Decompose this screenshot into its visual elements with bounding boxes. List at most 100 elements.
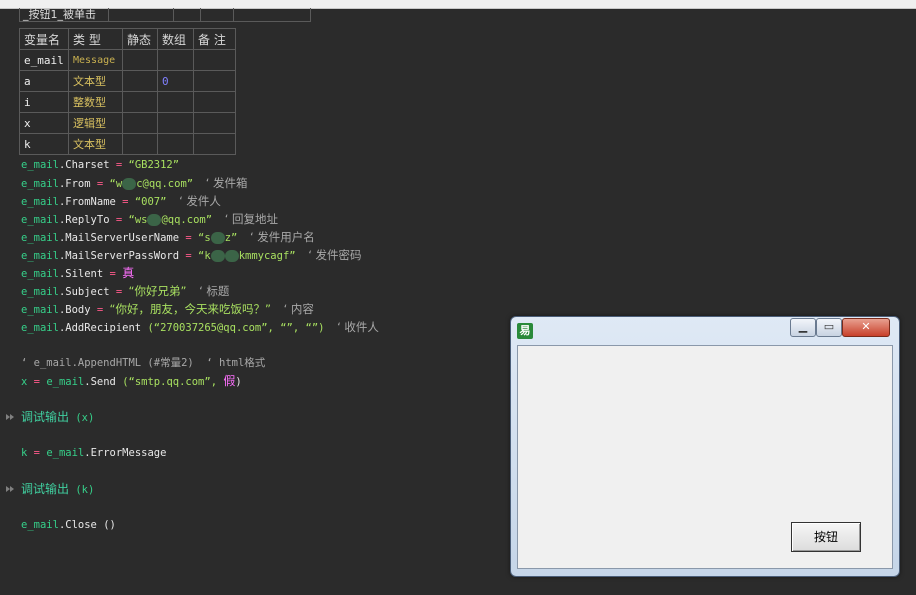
var-static[interactable]: [122, 70, 158, 92]
table-row[interactable]: x 逻辑型: [19, 112, 236, 134]
app-icon[interactable]: 易: [517, 323, 533, 339]
code-line-commented[interactable]: ‘ e_mail.AppendHTML (#常量2) ‘ html格式: [21, 354, 265, 372]
window-titlebar[interactable]: 易 ▁ ▭ ✕: [511, 317, 899, 343]
dialog-window[interactable]: 易 ▁ ▭ ✕ 按钮: [510, 316, 900, 577]
call-arguments: (): [103, 519, 116, 531]
var-note[interactable]: [193, 133, 236, 155]
var-array[interactable]: [157, 112, 194, 134]
subroutine-header: _按钮1_被单击: [19, 8, 311, 22]
var-static[interactable]: [122, 133, 158, 155]
button-1[interactable]: 按钮: [791, 522, 861, 552]
code-line[interactable]: e_mail.Body = “你好，朋友，今天来吃饭吗？” ‘ 内容: [21, 300, 314, 318]
string-literal: “s: [198, 232, 211, 244]
redaction-blur: [210, 232, 225, 244]
code-line[interactable]: e_mail.FromName = “007” ‘ 发件人: [21, 192, 221, 210]
member-name: .ReplyTo: [58, 214, 110, 226]
object-name: e_mail: [46, 447, 85, 459]
table-row[interactable]: k 文本型: [19, 133, 236, 155]
redaction-blur: [147, 214, 162, 226]
breakpoint-arrow-icon[interactable]: [10, 414, 14, 420]
var-name[interactable]: k: [19, 133, 69, 155]
var-type[interactable]: 文本型: [68, 133, 123, 155]
var-type[interactable]: Message: [68, 49, 123, 71]
object-name: e_mail: [21, 159, 59, 171]
operator: =: [115, 214, 123, 226]
code-comment: ‘ 发件密码: [308, 248, 362, 262]
column-header-type: 类 型: [68, 28, 123, 50]
call-arguments: (“smtp.qq.com”,: [122, 376, 218, 388]
code-line[interactable]: 调试输出 (k): [21, 480, 94, 498]
var-name[interactable]: e_mail: [19, 49, 69, 71]
table-row[interactable]: a 文本型 0: [19, 70, 236, 92]
code-line[interactable]: e_mail.MailServerUserName = “s z” ‘ 发件用户名: [21, 228, 315, 246]
var-array[interactable]: 0: [157, 70, 194, 92]
code-line[interactable]: e_mail.ReplyTo = “ws @qq.com” ‘ 回复地址: [21, 210, 278, 228]
operator: =: [185, 232, 192, 244]
object-name: e_mail: [21, 250, 59, 262]
var-name[interactable]: a: [19, 70, 69, 92]
member-name: .FromName: [58, 196, 116, 208]
string-literal: “ws: [128, 214, 148, 226]
column-header-array: 数组: [157, 28, 194, 50]
var-type[interactable]: 逻辑型: [68, 112, 123, 134]
minimize-button[interactable]: ▁: [790, 318, 816, 337]
code-line[interactable]: e_mail.Close (): [21, 516, 116, 534]
code-line[interactable]: 调试输出 (x): [21, 408, 94, 426]
var-static[interactable]: [122, 112, 158, 134]
close-button[interactable]: ✕: [842, 318, 890, 337]
var-name[interactable]: i: [19, 91, 69, 113]
code-comment: ‘ 发件箱: [205, 176, 248, 190]
header-cell: [173, 8, 201, 22]
var-static[interactable]: [122, 91, 158, 113]
code-line[interactable]: e_mail.AddRecipient (“270037265@qq.com”,…: [21, 318, 379, 336]
var-array[interactable]: [157, 91, 194, 113]
code-line[interactable]: e_mail.From = “w c@qq.com” ‘ 发件箱: [21, 174, 248, 192]
code-line[interactable]: x = e_mail.Send (“smtp.qq.com”, 假): [21, 372, 242, 390]
var-note[interactable]: [193, 112, 236, 134]
var-note[interactable]: [193, 91, 236, 113]
member-name: .Close: [58, 519, 97, 531]
operator: =: [33, 376, 40, 388]
member-name: .ErrorMessage: [84, 447, 167, 459]
var-array[interactable]: [157, 49, 194, 71]
var-type[interactable]: 整数型: [68, 91, 123, 113]
var-note[interactable]: [193, 49, 236, 71]
object-name: e_mail: [21, 322, 59, 334]
var-type[interactable]: 文本型: [68, 70, 123, 92]
breakpoint-arrow-icon[interactable]: [10, 486, 14, 492]
column-header-static: 静态: [122, 28, 158, 50]
member-name: .From: [58, 178, 91, 190]
object-name: e_mail: [21, 286, 59, 298]
string-literal: kmmycagf”: [238, 250, 296, 262]
code-line[interactable]: e_mail.Silent = 真: [21, 264, 134, 282]
code-comment: ‘ 收件人: [337, 320, 379, 334]
member-name: .MailServerPassWord: [58, 250, 180, 262]
operator: =: [185, 250, 192, 262]
object-name: e_mail: [21, 178, 59, 190]
var-array[interactable]: [157, 133, 194, 155]
call-arguments: (“270037265@qq.com”, “”, “”): [147, 322, 325, 334]
subroutine-name[interactable]: _按钮1_被单击: [19, 8, 109, 22]
operator: =: [96, 178, 104, 190]
maximize-button[interactable]: ▭: [816, 318, 842, 337]
command-name: 调试输出: [21, 482, 70, 496]
boolean-literal: 假: [223, 374, 236, 388]
var-note[interactable]: [193, 70, 236, 92]
var-static[interactable]: [122, 49, 158, 71]
table-row[interactable]: i 整数型: [19, 91, 236, 113]
header-cell: [200, 8, 234, 22]
member-name: .Charset: [58, 159, 110, 171]
table-row[interactable]: e_mail Message: [19, 49, 236, 71]
string-literal: c@qq.com”: [136, 178, 194, 190]
code-line[interactable]: e_mail.MailServerPassWord = “k kmmycagf” …: [21, 246, 362, 264]
code-line[interactable]: e_mail.Subject = “你好兄弟” ‘ 标题: [21, 282, 229, 300]
redaction-blur: [122, 178, 137, 190]
column-header-name: 变量名: [19, 28, 69, 50]
code-line[interactable]: e_mail.Charset = “GB2312”: [21, 156, 179, 174]
code-line[interactable]: k = e_mail.ErrorMessage: [21, 444, 166, 462]
variable-name: x: [21, 376, 28, 388]
var-name[interactable]: x: [19, 112, 69, 134]
local-variables-table: 变量名 类 型 静态 数组 备 注 e_mail Message a 文本型 0…: [19, 28, 236, 155]
object-name: e_mail: [21, 304, 59, 316]
member-name: .Body: [58, 304, 91, 316]
